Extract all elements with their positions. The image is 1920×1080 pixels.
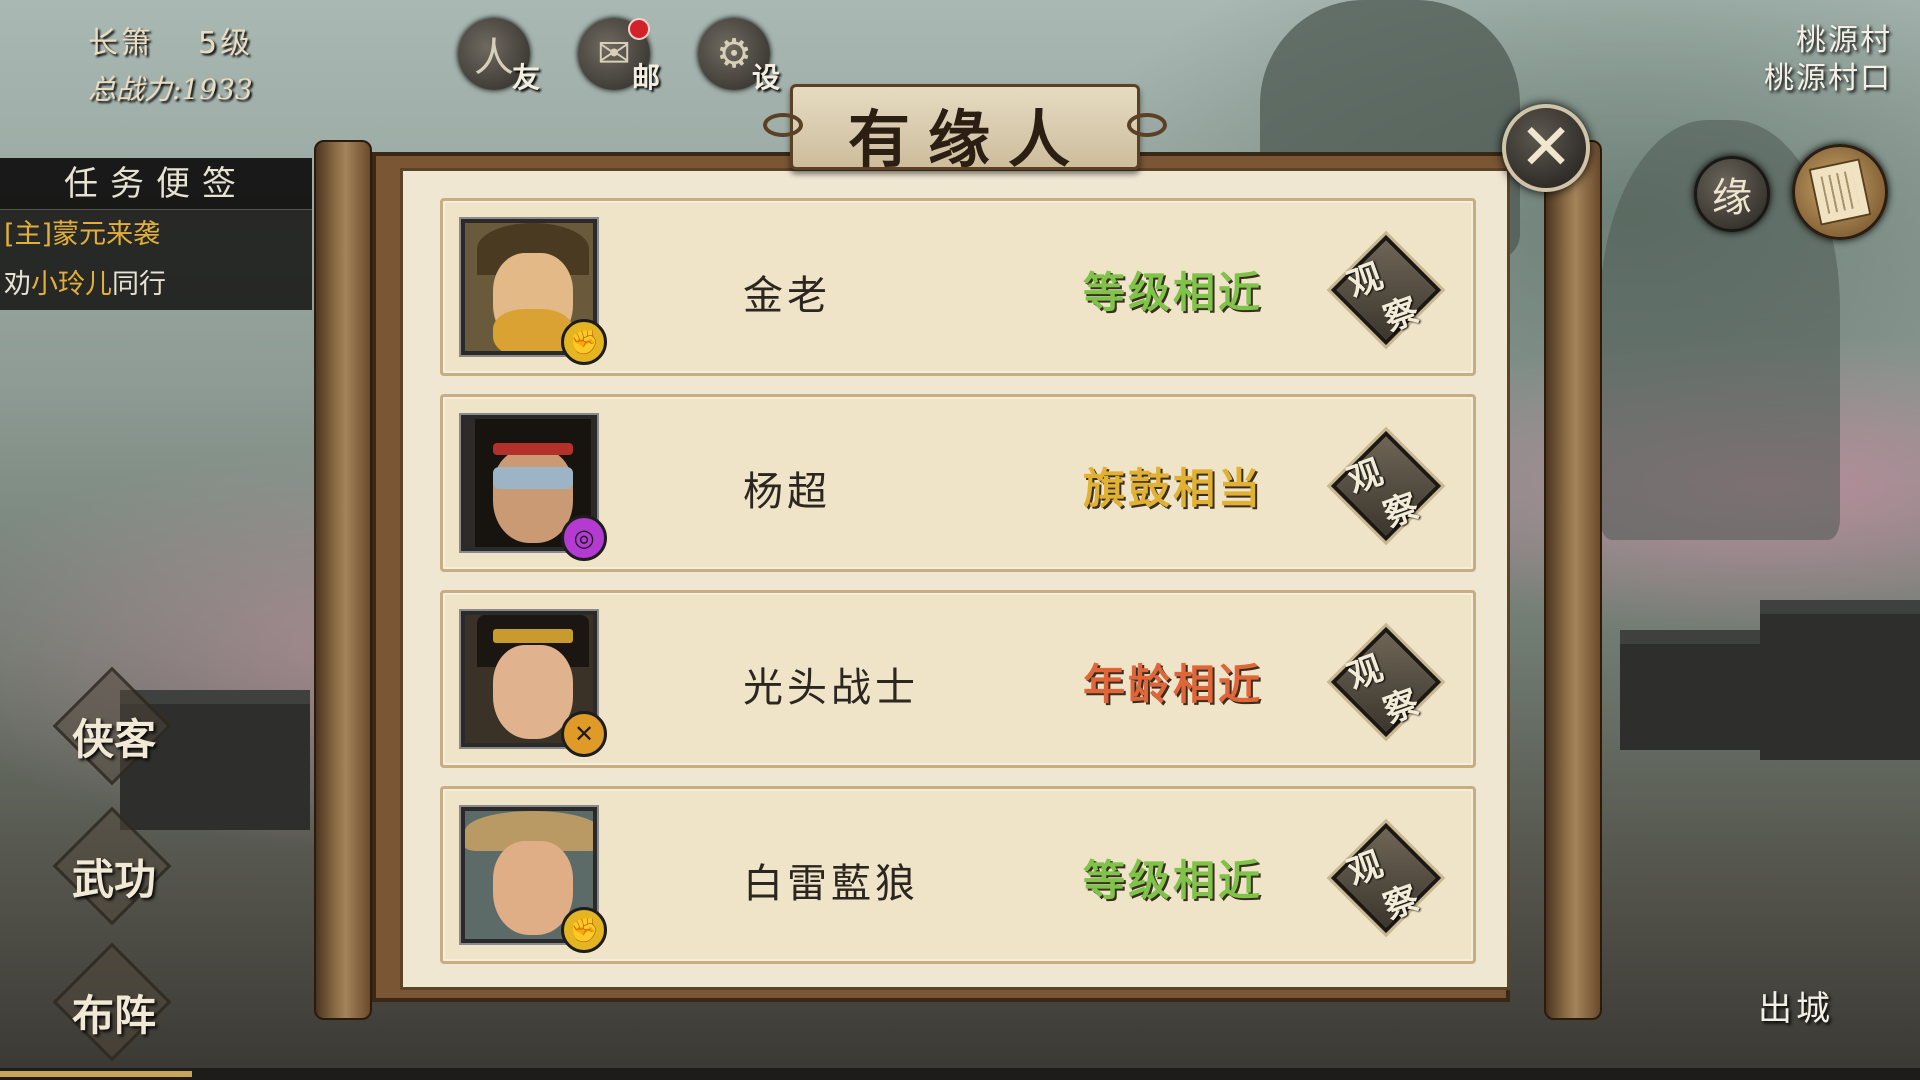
settings-button[interactable]: ⚙ 设 — [690, 14, 780, 96]
list-item[interactable]: ✊ 金老 等级相近 观 察 — [440, 198, 1476, 376]
dialog-title: 有缘人 — [847, 103, 1088, 176]
task-header: 任务便签 — [0, 158, 312, 210]
portrait-face — [493, 645, 573, 739]
relation-tag: 等级相近 — [1083, 268, 1264, 317]
settings-label: 设 — [751, 61, 780, 94]
character-name: 金老 — [743, 273, 831, 319]
side-quest-prefix: 劝 — [4, 269, 31, 300]
progress-fill — [0, 1071, 192, 1077]
observe-button[interactable]: 观 察 — [1330, 626, 1442, 738]
observe-button[interactable]: 观 察 — [1330, 822, 1442, 934]
list-item[interactable]: ✊ 白雷藍狼 等级相近 观 察 — [440, 786, 1476, 964]
fist-icon: ✊ — [561, 907, 607, 953]
friends-label: 友 — [511, 61, 540, 94]
formation-button[interactable]: 布阵 — [52, 942, 172, 1062]
character-name: 杨超 — [743, 469, 831, 515]
relation-tag: 旗鼓相当 — [1083, 464, 1264, 513]
background-house — [1760, 600, 1920, 760]
scroll-rod-right — [1544, 140, 1602, 1020]
close-button[interactable]: ✕ — [1502, 104, 1590, 192]
heroes-button[interactable]: 侠客 — [52, 666, 172, 786]
scroll-rod-left — [314, 140, 372, 1020]
task-panel[interactable]: 任务便签 [主]蒙元来袭 劝小玲儿同行 — [0, 158, 312, 310]
player-name: 长箫 — [88, 26, 154, 61]
portrait-headband — [493, 443, 573, 455]
portrait-face — [493, 841, 573, 935]
close-icon: ✕ — [1519, 111, 1573, 185]
codex-button[interactable] — [1792, 144, 1888, 240]
relation-tag: 等级相近 — [1083, 856, 1264, 905]
character-name: 光头战士 — [743, 665, 919, 711]
observe-button[interactable]: 观 察 — [1330, 234, 1442, 346]
side-quest-suffix: 同行 — [112, 269, 166, 300]
character-name: 白雷藍狼 — [743, 861, 919, 907]
player-power: 总战力:1933 — [88, 73, 253, 106]
mail-button[interactable]: ✉ 邮 — [570, 14, 660, 96]
progress-bar — [0, 1068, 1920, 1080]
list-item[interactable]: ◎ 杨超 旗鼓相当 观 察 — [440, 394, 1476, 572]
observe-button[interactable]: 观 察 — [1330, 430, 1442, 542]
player-level: 5级 — [198, 26, 254, 61]
side-quest[interactable]: 劝小玲儿同行 — [0, 260, 312, 310]
portrait-face — [493, 449, 573, 543]
notification-dot-icon — [628, 18, 650, 40]
book-icon — [1808, 158, 1872, 226]
formation-label: 布阵 — [71, 991, 156, 1040]
location-area: 桃源村 — [1796, 23, 1892, 58]
background-house — [1620, 630, 1770, 750]
list-item[interactable]: ✕ 光头战士 年龄相近 观 察 — [440, 590, 1476, 768]
exit-city-button[interactable]: 出城 — [1758, 981, 1834, 1030]
dialog-title-plate: 有缘人 — [763, 84, 1167, 176]
relation-tag: 年龄相近 — [1083, 660, 1264, 709]
fist-icon: ✊ — [561, 319, 607, 365]
player-info[interactable]: 长箫 5级 总战力:1933 — [88, 18, 253, 108]
fate-label: 缘 — [1712, 175, 1752, 221]
mail-label: 邮 — [631, 61, 660, 94]
portrait-headband — [493, 629, 573, 643]
friends-button[interactable]: 人 友 — [450, 14, 540, 96]
heroes-label: 侠客 — [71, 715, 156, 764]
location-spot: 桃源村口 — [1764, 61, 1892, 96]
martial-arts-label: 武功 — [71, 855, 156, 904]
side-quest-person: 小玲儿 — [31, 269, 112, 300]
martial-arts-button[interactable]: 武功 — [52, 806, 172, 926]
main-quest[interactable]: [主]蒙元来袭 — [0, 210, 312, 260]
sword-icon: ✕ — [561, 711, 607, 757]
fate-button[interactable]: 缘 — [1694, 156, 1770, 232]
location-display[interactable]: 桃源村 桃源村口 — [1764, 22, 1892, 98]
portrait-mask — [493, 467, 573, 489]
swirl-icon: ◎ — [561, 515, 607, 561]
